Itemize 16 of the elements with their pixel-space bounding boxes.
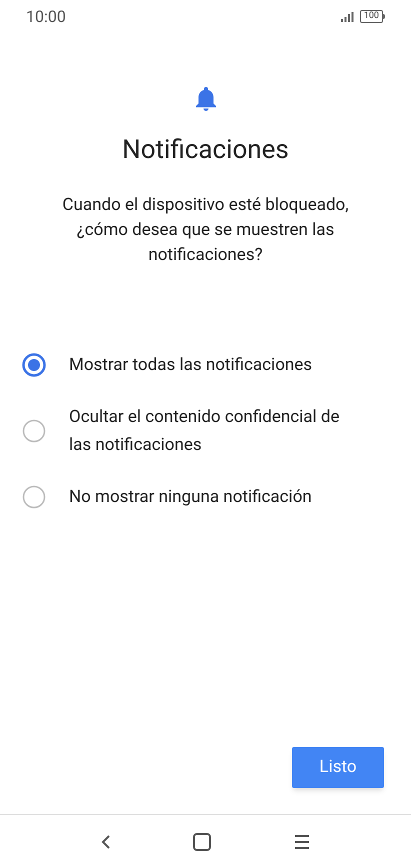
radio-button[interactable] [22, 419, 46, 443]
signal-icon [340, 12, 354, 22]
done-button[interactable]: Listo [292, 747, 384, 788]
back-icon[interactable] [101, 834, 112, 850]
status-time: 10:00 [26, 6, 66, 28]
battery-level: 100 [360, 10, 383, 23]
radio-button[interactable] [22, 353, 46, 377]
option-label: Mostrar todas las notificaciones [69, 354, 314, 377]
option-label: Ocultar el contenido confidencial de las notificaciones [69, 406, 340, 457]
description-text: Cuando el dispositivo esté bloqueado, ¿cómo desea que se muestren las notificaciones? [61, 194, 350, 267]
option-label: No mostrar ninguna notificación [69, 486, 313, 509]
menu-icon[interactable] [294, 834, 310, 850]
bell-icon [196, 87, 216, 111]
page-title: Notificaciones [122, 134, 289, 167]
radio-button[interactable] [22, 485, 46, 509]
home-icon[interactable] [193, 832, 212, 850]
